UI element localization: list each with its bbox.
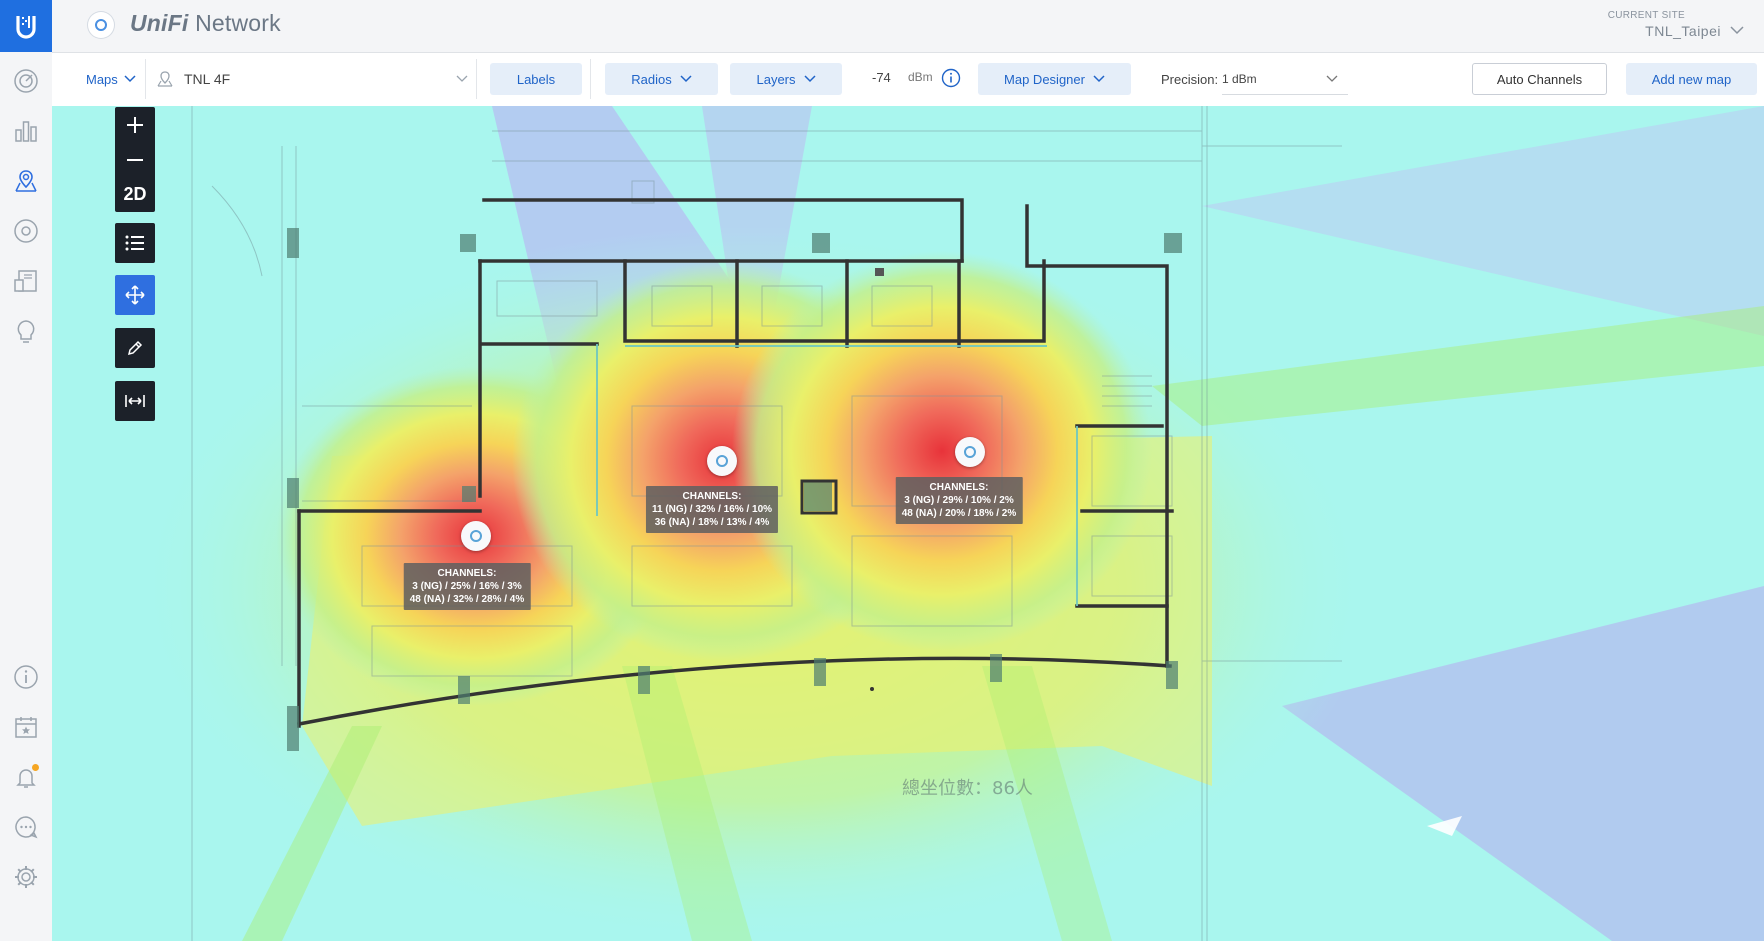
ubiquiti-logo-icon[interactable] <box>0 0 52 52</box>
map-selector[interactable]: TNL 4F <box>156 63 468 95</box>
auto-channels-label: Auto Channels <box>1496 71 1583 87</box>
channels-ng: 11 (NG) / 32% / 16% / 10% <box>651 504 773 515</box>
signal-value: -74 <box>872 69 891 85</box>
map-toolbar: Maps TNL 4F Labels Radios Layers -74 dBm… <box>52 53 1764 107</box>
map-name: TNL 4F <box>184 71 231 87</box>
channels-title: CHANNELS: <box>437 568 497 579</box>
info-icon[interactable] <box>11 662 41 692</box>
zoom-controls: 2D <box>115 107 155 212</box>
settings-icon[interactable] <box>11 862 41 892</box>
brand-prefix: UniFi <box>130 10 189 36</box>
labels-label: Labels <box>516 71 556 87</box>
signal-threshold-input[interactable]: -74 <box>872 67 891 87</box>
divider <box>590 59 591 99</box>
channels-title: CHANNELS: <box>929 482 989 493</box>
channels-ng: 3 (NG) / 25% / 16% / 3% <box>412 581 522 592</box>
layers-dropdown[interactable]: Layers <box>730 63 842 95</box>
access-point-icon[interactable] <box>707 446 737 476</box>
events-icon[interactable] <box>11 712 41 742</box>
channels-na: 48 (NA) / 20% / 18% / 2% <box>901 508 1017 519</box>
clients-icon[interactable] <box>11 266 41 296</box>
maps-label: Maps <box>86 71 118 87</box>
chevron-down-icon <box>803 75 816 83</box>
auto-channels-button[interactable]: Auto Channels <box>1472 63 1607 95</box>
current-site-name[interactable]: TNL_Taipei <box>1645 23 1721 39</box>
maps-dropdown[interactable]: Maps <box>86 63 136 95</box>
zoom-in-icon[interactable] <box>115 107 155 142</box>
chevron-down-icon <box>1093 75 1105 83</box>
channels-na: 48 (NA) / 32% / 28% / 4% <box>409 594 525 605</box>
chat-icon[interactable] <box>11 812 41 842</box>
alert-badge <box>32 764 39 771</box>
divider <box>145 59 146 99</box>
layers-label: Layers <box>756 71 796 87</box>
channels-na: 36 (NA) / 18% / 13% / 4% <box>654 517 770 528</box>
ap-channels-label: CHANNELS: 11 (NG) / 32% / 16% / 10% 36 (… <box>645 486 779 533</box>
brand-suffix: Network <box>188 10 281 36</box>
radios-dropdown[interactable]: Radios <box>605 63 718 95</box>
access-point-icon[interactable] <box>955 437 985 467</box>
radios-label: Radios <box>631 71 672 87</box>
map-pin-icon <box>157 71 173 87</box>
precision-value: 1 dBm <box>1222 71 1257 86</box>
add-new-map-button[interactable]: Add new map <box>1626 63 1757 95</box>
unifi-circle-icon <box>88 12 114 38</box>
chevron-down-icon <box>124 75 136 83</box>
map-designer-dropdown[interactable]: Map Designer <box>978 63 1131 95</box>
add-map-label: Add new map <box>1651 71 1732 87</box>
zoom-out-icon[interactable] <box>115 142 155 177</box>
statistics-icon[interactable] <box>11 116 41 146</box>
map-icon[interactable] <box>11 166 41 196</box>
info-circle-icon[interactable] <box>941 68 961 88</box>
current-site-caption: CURRENT SITE <box>1607 10 1685 21</box>
alerts-icon[interactable] <box>11 762 41 792</box>
precision-select[interactable]: 1 dBm <box>1222 63 1348 95</box>
signal-unit: dBm <box>908 70 933 84</box>
heatmap-canvas[interactable]: 總坐位數：86人 2D CHANNELS: 3 (NG) / 25% / 16%… <box>52 106 1764 941</box>
divider <box>476 59 477 99</box>
map-designer-label: Map Designer <box>1004 71 1085 87</box>
chevron-down-icon <box>680 75 692 83</box>
site-chevron-down-icon[interactable] <box>1730 25 1744 35</box>
insights-icon[interactable] <box>11 316 41 346</box>
labels-button[interactable]: Labels <box>490 63 582 95</box>
app-title: UniFi Network <box>130 10 281 37</box>
channels-ng: 3 (NG) / 29% / 10% / 2% <box>904 495 1014 506</box>
chevron-down-icon <box>456 75 468 82</box>
precision-label: Precision: <box>1161 71 1219 87</box>
channels-title: CHANNELS: <box>682 491 742 502</box>
svg-text:總坐位數：86人: 總坐位數：86人 <box>902 778 1033 799</box>
chevron-down-icon <box>1326 75 1338 82</box>
list-icon[interactable] <box>115 223 155 263</box>
left-sidebar <box>0 52 53 941</box>
top-bar: UniFi Network CURRENT SITE TNL_Taipei <box>0 0 1764 53</box>
pencil-icon[interactable] <box>115 328 155 368</box>
devices-icon[interactable] <box>11 216 41 246</box>
measure-icon[interactable] <box>115 381 155 421</box>
ap-channels-label: CHANNELS: 3 (NG) / 29% / 10% / 2% 48 (NA… <box>895 477 1023 524</box>
view-mode-toggle[interactable]: 2D <box>115 177 155 212</box>
access-point-icon[interactable] <box>461 521 491 551</box>
dashboard-icon[interactable] <box>11 66 41 96</box>
move-icon[interactable] <box>115 275 155 315</box>
ap-channels-label: CHANNELS: 3 (NG) / 25% / 16% / 3% 48 (NA… <box>403 563 531 610</box>
